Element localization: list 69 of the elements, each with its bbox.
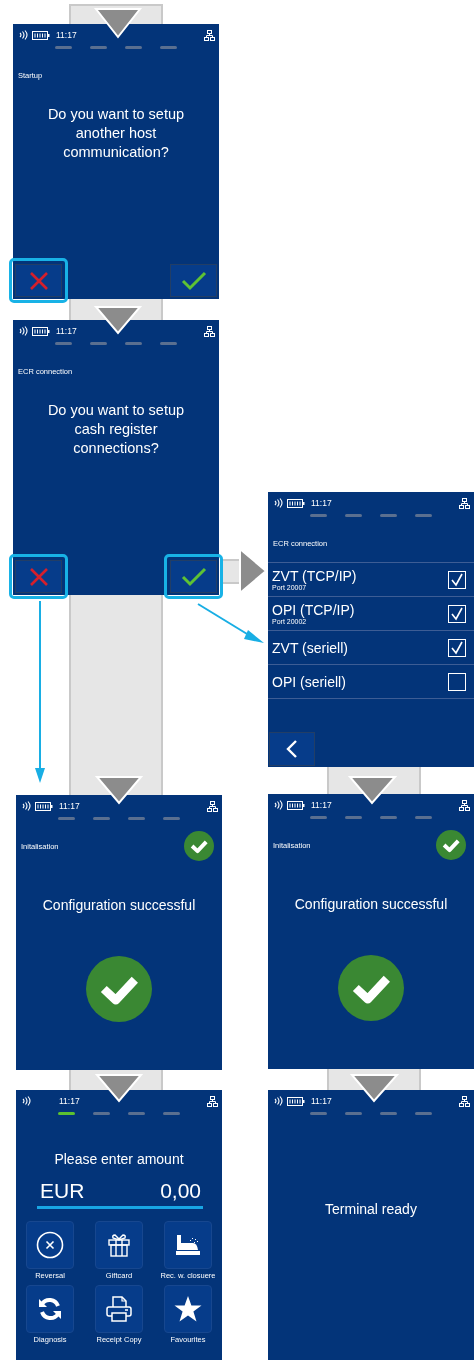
checkbox[interactable] <box>448 570 466 589</box>
flow-arrow <box>94 1074 144 1103</box>
function-button[interactable] <box>26 1285 74 1333</box>
network-icon <box>207 800 218 812</box>
check-circle-icon <box>338 955 404 1021</box>
gift-icon <box>108 1233 130 1257</box>
checkbox[interactable] <box>448 672 466 691</box>
clock-time: 11:17 <box>56 30 77 40</box>
amount-field[interactable]: EUR 0,00 <box>37 1179 203 1209</box>
network-icon <box>204 325 215 337</box>
network-icon <box>459 799 470 811</box>
contactless-icon <box>18 326 28 336</box>
network-icon <box>207 1095 218 1107</box>
network-icon <box>204 29 215 41</box>
clock-time: 11:17 <box>59 1096 80 1106</box>
function-button[interactable] <box>95 1285 143 1333</box>
option-label: OPI (TCP/IP) <box>272 601 355 618</box>
network-icon <box>459 1095 470 1107</box>
clock-time: 11:17 <box>56 326 77 336</box>
checkbox[interactable] <box>448 638 466 657</box>
check-circle-icon <box>436 830 466 860</box>
clock-time: 11:17 <box>311 800 332 810</box>
function-button[interactable] <box>164 1285 212 1333</box>
status-message: Terminal ready <box>324 1201 418 1217</box>
flow-arrow <box>94 776 144 805</box>
check-icon <box>180 566 207 587</box>
checkbox[interactable] <box>448 604 466 623</box>
network-icon <box>459 497 470 509</box>
contactless-icon <box>21 1096 31 1106</box>
star-icon <box>174 1295 202 1323</box>
contactless-icon <box>21 801 31 811</box>
check-circle-icon <box>184 831 214 861</box>
contactless-icon <box>273 498 283 508</box>
option-label: OPI (seriell) <box>272 673 346 690</box>
flow-arrow <box>349 1074 400 1103</box>
close-icon <box>28 566 49 587</box>
confirm-button[interactable] <box>170 560 217 593</box>
refresh-icon <box>37 1296 63 1322</box>
option-label: ZVT (seriell) <box>272 639 348 656</box>
check-circle-icon <box>86 956 152 1022</box>
back-button[interactable] <box>269 732 315 766</box>
connection-option[interactable]: ZVT (seriell) <box>268 630 474 664</box>
contactless-icon <box>273 800 283 810</box>
status-message: Configuration successful <box>41 897 197 913</box>
clock-time: 11:17 <box>311 1096 332 1106</box>
question-text: Do you want to setup cash register connections? <box>46 401 186 458</box>
clock-time: 11:17 <box>59 801 80 811</box>
function-button[interactable] <box>95 1221 143 1269</box>
pointer-arrow <box>197 603 264 643</box>
connection-option[interactable]: OPI (seriell) <box>268 664 474 698</box>
flow-arrow <box>347 776 398 805</box>
option-label: ZVT (TCP/IP) <box>272 567 357 584</box>
contactless-icon <box>273 1096 283 1106</box>
cancel-circle-icon <box>36 1231 64 1259</box>
status-message: Configuration successful <box>293 896 449 912</box>
amount-prompt: Please enter amount <box>53 1151 185 1167</box>
back-icon <box>286 739 298 759</box>
printer-icon <box>105 1295 133 1323</box>
contactless-icon <box>18 30 28 40</box>
flow-arrow <box>93 306 143 335</box>
clock-time: 11:17 <box>311 498 332 508</box>
confirm-button[interactable] <box>170 264 217 297</box>
function-button[interactable] <box>26 1221 74 1269</box>
check-icon <box>180 270 207 291</box>
function-button[interactable] <box>164 1221 212 1269</box>
close-icon <box>28 270 49 291</box>
cash-register-icon <box>175 1234 201 1256</box>
flow-arrow <box>93 8 143 39</box>
question-text: Do you want to setup another host communication? <box>46 105 186 162</box>
